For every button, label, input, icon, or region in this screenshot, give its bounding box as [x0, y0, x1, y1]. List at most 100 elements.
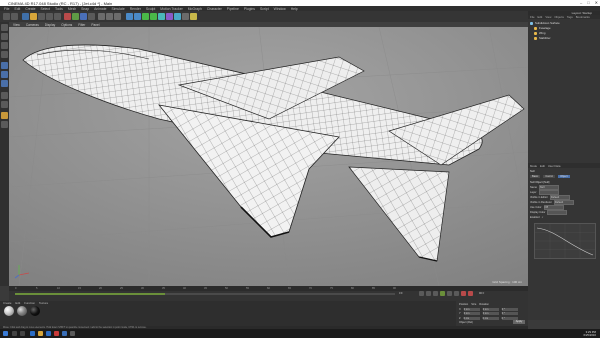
deformer-icon[interactable]: [166, 12, 173, 20]
autokey-icon[interactable]: [468, 291, 473, 296]
mat-menu-create[interactable]: Create: [3, 301, 11, 305]
obj-menu-bookmarks[interactable]: Bookmarks: [576, 15, 590, 19]
edges-mode-icon[interactable]: [1, 71, 8, 78]
edge-icon[interactable]: [30, 331, 35, 336]
menu-sculpt[interactable]: Sculpt: [146, 7, 155, 11]
search-icon[interactable]: [12, 331, 17, 336]
attr-menu-user-data[interactable]: User Data: [548, 164, 561, 168]
menu-file[interactable]: File: [4, 7, 9, 11]
material-swatch[interactable]: [17, 306, 27, 316]
minimize-button[interactable]: –: [580, 0, 582, 5]
camera-icon[interactable]: [182, 12, 189, 20]
pen-icon[interactable]: [134, 12, 141, 20]
move-icon[interactable]: [30, 12, 37, 20]
make-editable-icon[interactable]: [1, 24, 8, 31]
start-icon[interactable]: [3, 331, 8, 336]
texture-mode-icon[interactable]: [1, 42, 8, 49]
coord-mode-select[interactable]: Object (Rel): [459, 321, 473, 324]
material-swatch[interactable]: [30, 306, 40, 316]
array-icon[interactable]: [150, 12, 157, 20]
perspective-viewport[interactable]: Grid Spacing : 100 cm: [9, 27, 528, 286]
viewport-menu-display[interactable]: Display: [45, 23, 55, 27]
play-backwards-icon[interactable]: [433, 291, 438, 296]
render-settings-icon[interactable]: [114, 12, 121, 20]
material-swatch[interactable]: [4, 306, 14, 316]
menu-mesh[interactable]: Mesh: [68, 7, 76, 11]
clock[interactable]: 3:29 PM 6/25/2016: [584, 330, 596, 337]
render-view-icon[interactable]: [98, 12, 105, 20]
menu-create[interactable]: Create: [25, 7, 35, 11]
attr-tab-basic[interactable]: Basic: [530, 174, 541, 178]
scale-icon[interactable]: [38, 12, 45, 20]
menu-mograph[interactable]: MoGraph: [188, 7, 202, 11]
go-to-start-icon[interactable]: [419, 291, 424, 296]
attr-tab-object[interactable]: Object: [558, 174, 570, 178]
obj-menu-tags[interactable]: Tags: [567, 15, 573, 19]
viewport-menu-panel[interactable]: Panel: [91, 23, 99, 27]
menu-window[interactable]: Window: [274, 7, 286, 11]
menu-character[interactable]: Character: [207, 7, 222, 11]
next-key-icon[interactable]: [447, 291, 452, 296]
viewport-menu-options[interactable]: Options: [61, 23, 72, 27]
obj-menu-edit[interactable]: Edit: [538, 15, 543, 19]
menu-select[interactable]: Select: [41, 7, 50, 11]
falloff-graph[interactable]: [534, 223, 596, 259]
live-selection-icon[interactable]: [22, 12, 29, 20]
cinema4d-icon[interactable]: [62, 331, 67, 336]
cloner-icon[interactable]: [158, 12, 165, 20]
task-view-icon[interactable]: [20, 331, 25, 336]
y-axis-icon[interactable]: [72, 12, 79, 20]
menu-snap[interactable]: Snap: [81, 7, 89, 11]
rotation-h-input[interactable]: 0 °: [501, 307, 518, 311]
mat-menu-function[interactable]: Function: [24, 301, 35, 305]
size-y-input[interactable]: 0 cm: [482, 312, 499, 315]
viewport-menu-view[interactable]: View: [13, 23, 20, 27]
obj-menu-objects[interactable]: Objects: [554, 15, 563, 19]
viewport-menu-cameras[interactable]: Cameras: [26, 23, 39, 27]
obj-menu-file[interactable]: File: [530, 15, 535, 19]
apply-button[interactable]: Apply: [513, 320, 525, 324]
lock-workplane-icon[interactable]: [1, 121, 8, 128]
maximize-button[interactable]: □: [587, 0, 589, 5]
menu-script[interactable]: Script: [260, 7, 269, 11]
menu-animate[interactable]: Animate: [94, 7, 106, 11]
z-axis-icon[interactable]: [80, 12, 87, 20]
menu-pipeline[interactable]: Pipeline: [227, 7, 239, 11]
size-x-input[interactable]: 0 cm: [482, 307, 499, 311]
menu-tools[interactable]: Tools: [55, 7, 63, 11]
attr-menu-edit[interactable]: Edit: [540, 164, 545, 168]
subdivision-icon[interactable]: [142, 12, 149, 20]
display-color-swatch[interactable]: [547, 209, 568, 215]
object-row[interactable]: Fuselage: [534, 26, 600, 30]
close-button[interactable]: ✕: [595, 0, 598, 5]
menu-simulate[interactable]: Simulate: [112, 7, 125, 11]
attr-tab-coord[interactable]: Coord.: [543, 174, 556, 178]
position-x-input[interactable]: 0 cm: [463, 307, 480, 311]
go-to-end-icon[interactable]: [454, 291, 459, 296]
render-picture-viewer-icon[interactable]: [106, 12, 113, 20]
menu-plugins[interactable]: Plugins: [244, 7, 255, 11]
frame-range-slider[interactable]: [15, 292, 165, 295]
position-z-input[interactable]: 0 cm: [463, 316, 480, 320]
light-icon[interactable]: [190, 12, 197, 20]
object-row[interactable]: Subdivision Surface: [530, 21, 598, 25]
previous-key-icon[interactable]: [426, 291, 431, 296]
mat-menu-edit[interactable]: Edit: [15, 301, 20, 305]
axis-mode-icon[interactable]: [1, 92, 8, 99]
obj-menu-view[interactable]: View: [545, 15, 551, 19]
size-z-input[interactable]: 0 cm: [482, 316, 499, 320]
record-icon[interactable]: [461, 291, 466, 296]
menu-help[interactable]: Help: [291, 7, 298, 11]
file-explorer-icon[interactable]: [38, 331, 43, 336]
attr-menu-mode[interactable]: Mode: [530, 164, 537, 168]
viewport-menu-filter[interactable]: Filter: [78, 23, 85, 27]
undo-icon[interactable]: [3, 12, 10, 20]
redo-icon[interactable]: [11, 12, 18, 20]
polygons-mode-icon[interactable]: [1, 80, 8, 87]
menu-motion-tracker[interactable]: Motion Tracker: [160, 7, 182, 11]
position-y-input[interactable]: 0 cm: [463, 312, 480, 315]
snap-icon[interactable]: [1, 112, 8, 119]
app-icon[interactable]: [70, 331, 75, 336]
tweak-mode-icon[interactable]: [1, 101, 8, 108]
chrome-icon[interactable]: [54, 331, 59, 336]
